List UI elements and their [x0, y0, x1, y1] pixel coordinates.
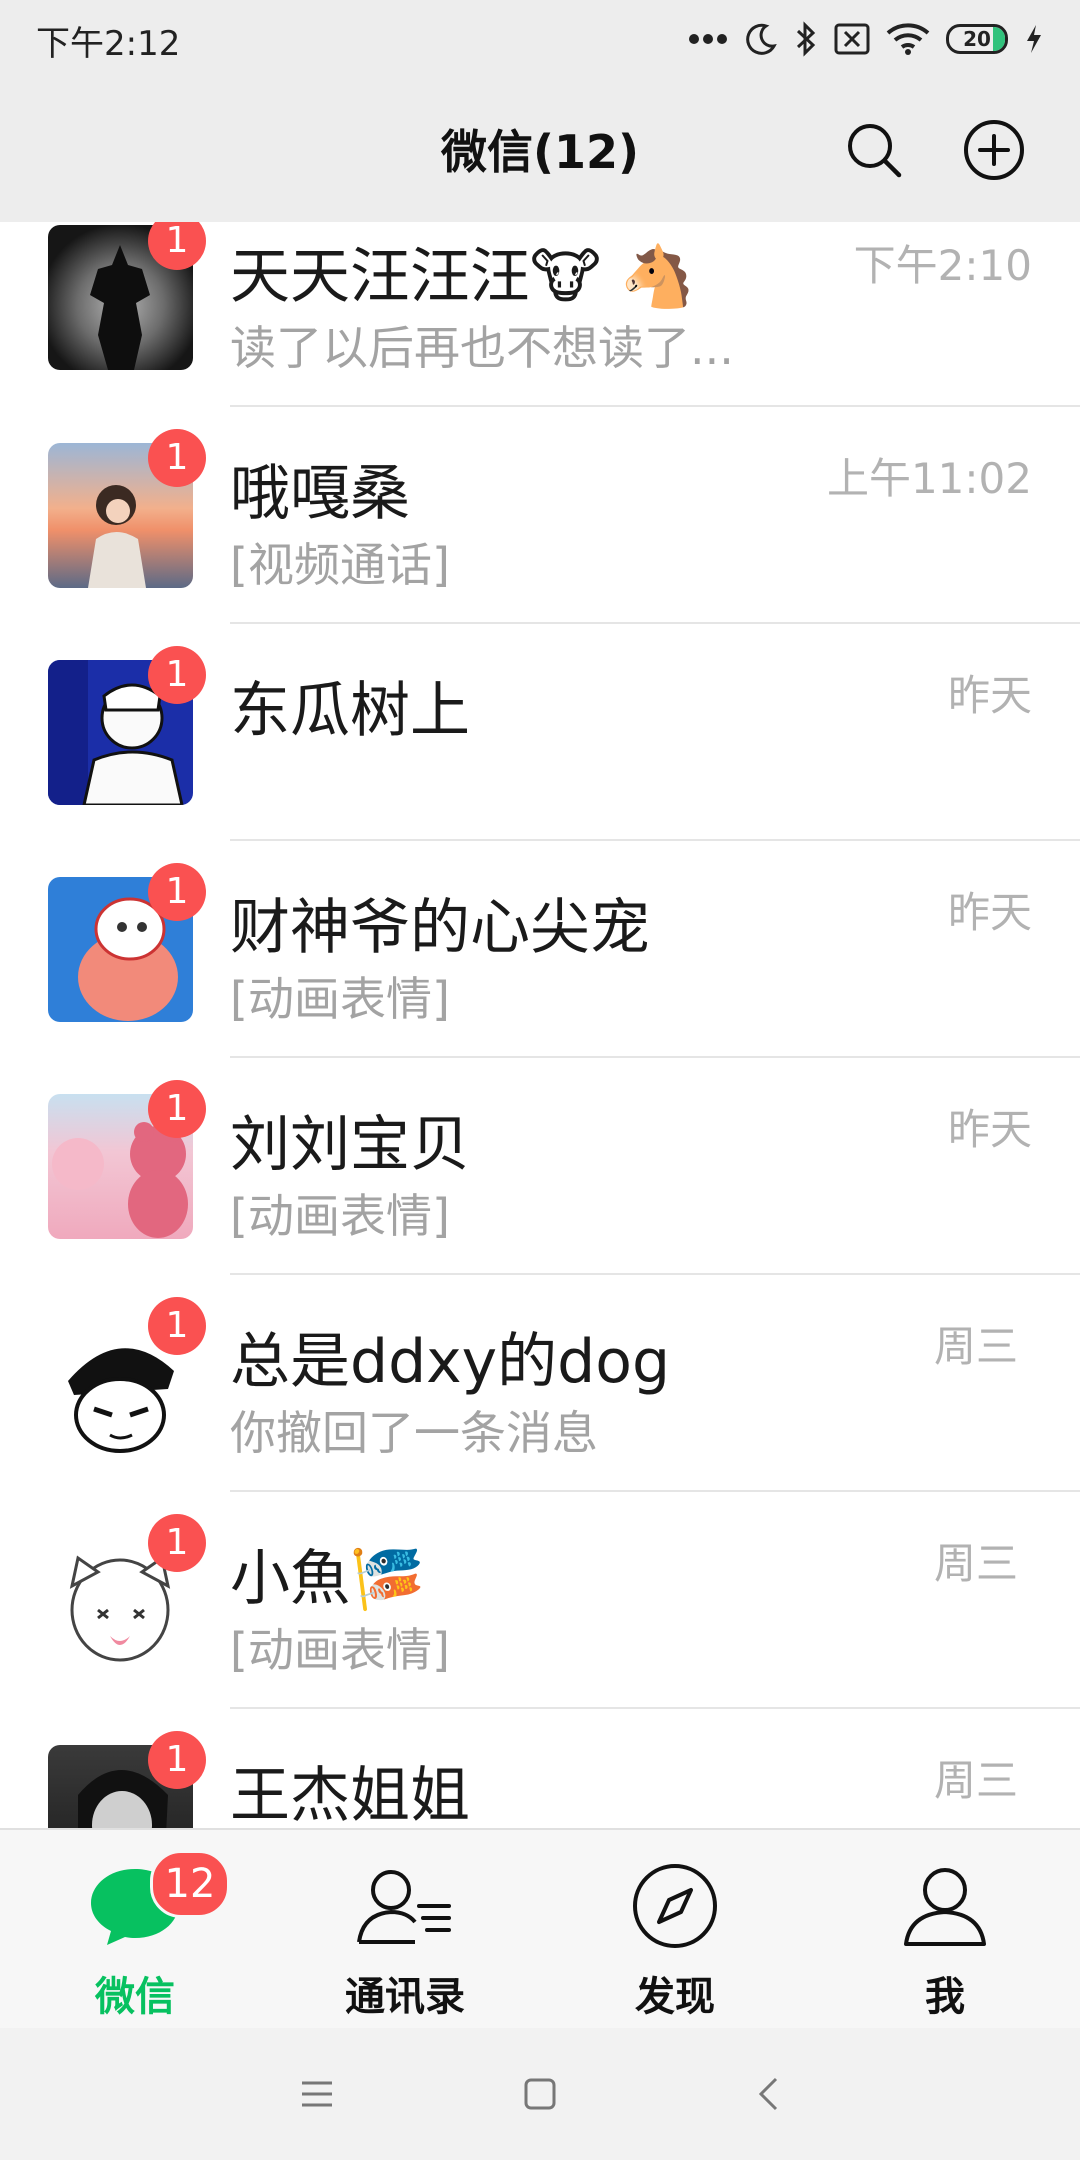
chat-preview: 你撤回了一条消息 [230, 1406, 598, 1460]
page-title: 微信(12) [440, 125, 640, 179]
chat-row[interactable]: 1 小魚🎏 [动画表情] 周三 [0, 1492, 1080, 1709]
chat-row[interactable]: 1 哦嘎桑 [视频通话] 上午11:02 [0, 407, 1080, 624]
home-icon [524, 2078, 556, 2110]
bluetooth-icon [794, 21, 818, 57]
unread-badge: 1 [148, 1731, 206, 1789]
chat-row[interactable]: 1 财神爷的心尖宠 [动画表情] 昨天 [0, 841, 1080, 1058]
home-button[interactable] [510, 2064, 570, 2124]
app-header: 微信(12) [0, 78, 1080, 222]
unread-badge: 1 [148, 429, 206, 487]
wifi-icon [886, 22, 930, 56]
more-dots-icon [688, 33, 728, 45]
chat-time: 周三 [933, 1322, 1018, 1371]
chat-row[interactable]: 1 天天汪汪汪🐮 🐴 读了以后再也不想读了... 下午2:10 [0, 222, 1080, 407]
chat-name: 刘刘宝贝 [230, 1110, 470, 1180]
chat-row[interactable]: 1 东瓜树上 昨天 [0, 624, 1080, 841]
chat-row[interactable]: 1 刘刘宝贝 [动画表情] 昨天 [0, 1058, 1080, 1275]
unread-badge: 1 [148, 1297, 206, 1355]
chat-bubble-icon [0, 1856, 270, 1956]
back-icon [758, 2077, 778, 2111]
chat-preview: [动画表情] [230, 1189, 450, 1243]
status-icons: 20 [688, 14, 1044, 64]
tab-label: 我 [925, 1974, 965, 2020]
tab-contacts[interactable]: 通讯录 [270, 1830, 540, 2028]
contacts-icon [270, 1856, 540, 1956]
person-icon [810, 1856, 1080, 1956]
chat-preview: [动画表情] [230, 1623, 450, 1677]
chat-time: 下午2:10 [853, 241, 1032, 290]
chat-name: 小魚🎏 [230, 1544, 425, 1614]
back-button[interactable] [738, 2064, 798, 2124]
status-time: 下午2:12 [36, 24, 181, 64]
chat-name: 东瓜树上 [230, 676, 470, 746]
chat-row[interactable]: 1 王杰姐姐 周三 [0, 1709, 1080, 1828]
chat-time: 昨天 [947, 1105, 1032, 1154]
chat-preview: [动画表情] [230, 972, 450, 1026]
tab-discover[interactable]: 发现 [540, 1830, 810, 2028]
system-nav-bar [0, 2028, 1080, 2160]
chat-time: 上午11:02 [826, 454, 1032, 503]
battery-icon: 20 [946, 24, 1008, 54]
chat-preview: [视频通话] [230, 538, 450, 592]
unread-badge: 1 [148, 1514, 206, 1572]
add-button[interactable] [958, 114, 1030, 186]
compass-icon [540, 1856, 810, 1956]
tab-label: 微信 [95, 1974, 175, 2020]
menu-icon [302, 2081, 332, 2107]
sim-off-icon [834, 23, 870, 55]
chat-time: 周三 [933, 1756, 1018, 1805]
chat-time: 昨天 [947, 671, 1032, 720]
unread-badge: 1 [148, 863, 206, 921]
unread-badge: 1 [148, 646, 206, 704]
tab-chats[interactable]: 12 微信 [0, 1830, 270, 2028]
tab-label: 通讯录 [345, 1974, 465, 2020]
search-button[interactable] [838, 114, 910, 186]
unread-badge: 1 [148, 1080, 206, 1138]
moon-icon [744, 22, 778, 56]
chat-row[interactable]: 1 总是ddxy的dog 你撤回了一条消息 周三 [0, 1275, 1080, 1492]
chat-name: 总是ddxy的dog [230, 1327, 671, 1397]
tab-unread-badge: 12 [150, 1850, 230, 1918]
chat-list[interactable]: 1 天天汪汪汪🐮 🐴 读了以后再也不想读了... 下午2:10 1 哦嘎桑 [视… [0, 222, 1080, 1828]
tab-label: 发现 [635, 1974, 715, 2020]
tab-me[interactable]: 我 [810, 1830, 1080, 2028]
chat-time: 昨天 [947, 888, 1032, 937]
add-circle-icon [964, 120, 1024, 180]
chat-preview: 读了以后再也不想读了... [230, 321, 734, 375]
search-icon [848, 124, 902, 178]
chat-name: 天天汪汪汪🐮 🐴 [230, 242, 695, 312]
chat-name: 王杰姐姐 [230, 1761, 470, 1828]
chat-name: 财神爷的心尖宠 [230, 893, 650, 963]
chat-name: 哦嘎桑 [230, 459, 410, 529]
battery-level: 20 [963, 27, 991, 51]
chat-time: 周三 [933, 1539, 1018, 1588]
menu-button[interactable] [287, 2064, 347, 2124]
charging-icon [1024, 23, 1044, 55]
bottom-tab-bar: 12 微信 通讯录 发现 我 [0, 1828, 1080, 2028]
status-bar: 下午2:12 20 [0, 0, 1080, 78]
